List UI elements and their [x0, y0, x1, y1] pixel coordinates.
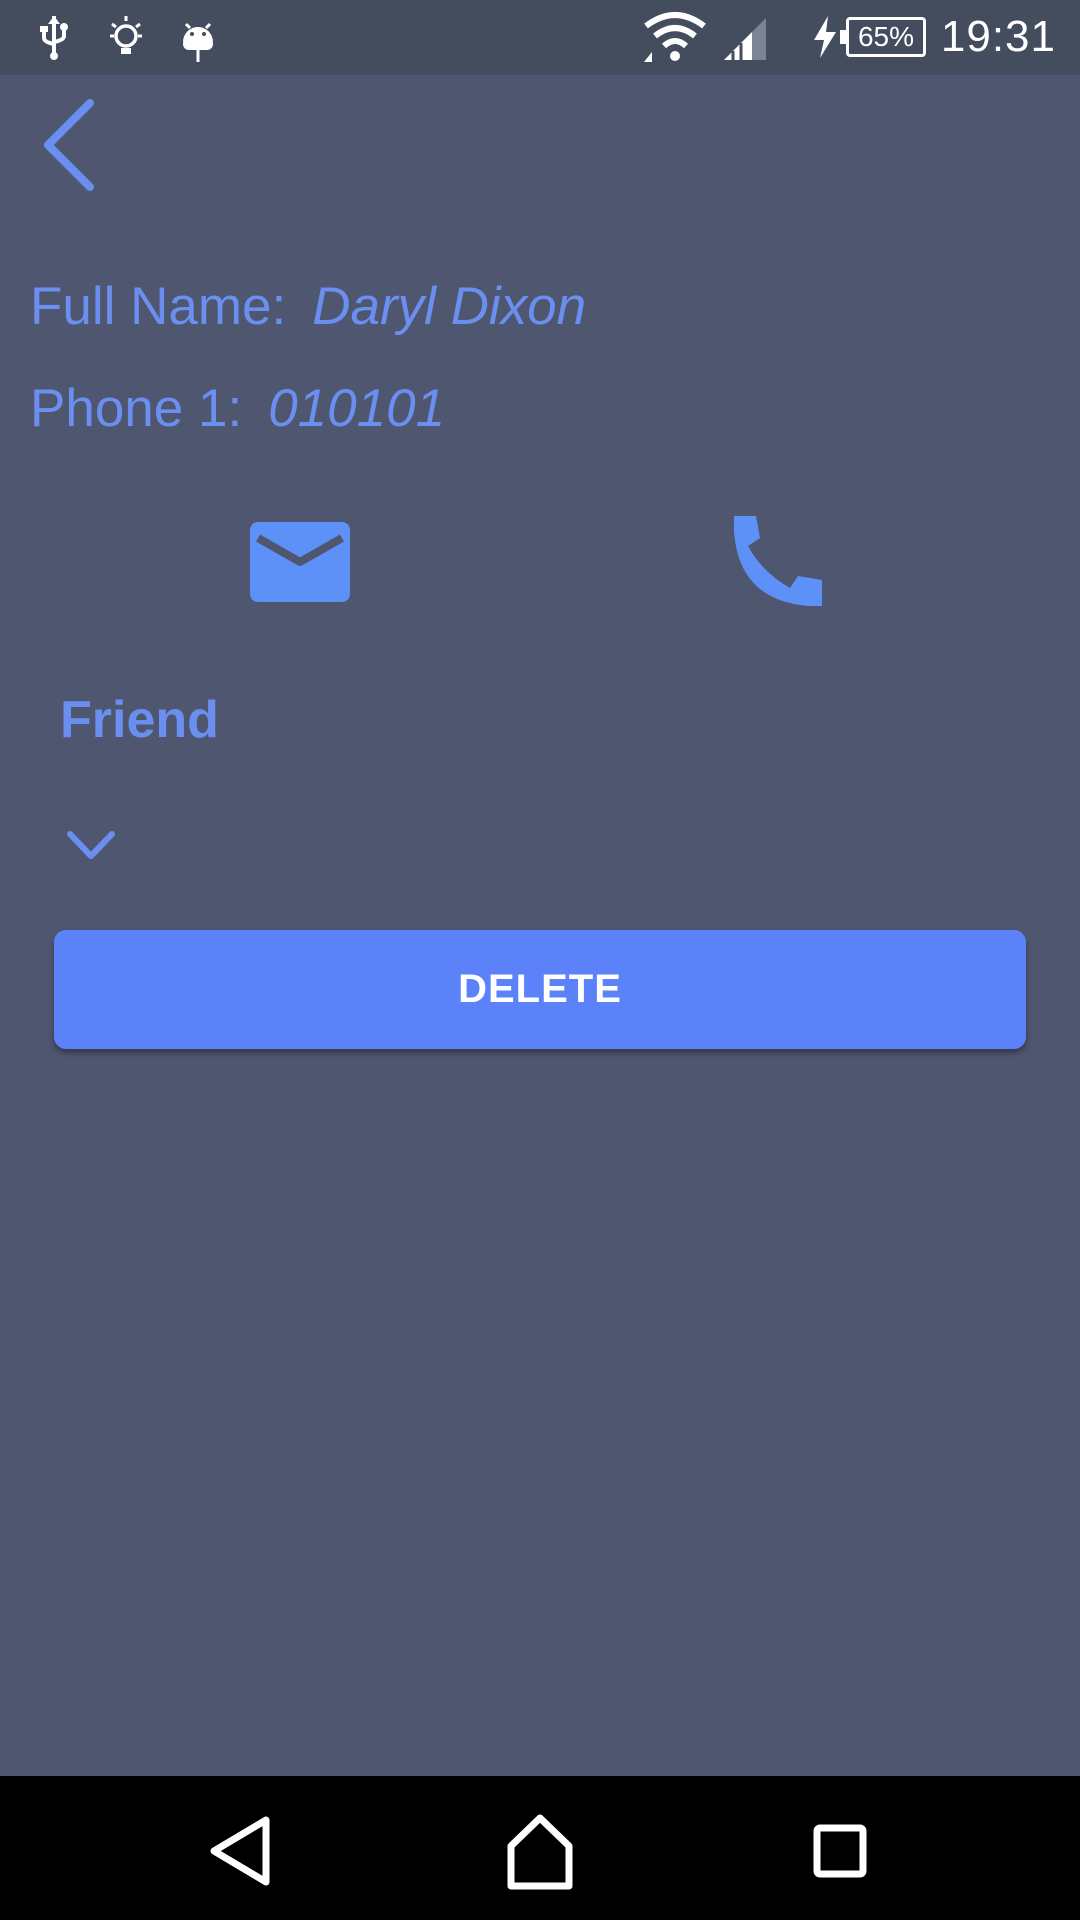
- status-bar: 65% 19:31: [0, 0, 1080, 75]
- nav-home-icon[interactable]: [495, 1806, 585, 1896]
- nav-recents-icon[interactable]: [795, 1806, 885, 1896]
- delete-button[interactable]: DELETE: [54, 930, 1026, 1049]
- charging-icon: [814, 16, 836, 58]
- phone-value: 010101: [268, 379, 446, 438]
- phone-label: Phone 1:: [30, 379, 243, 438]
- group-label: Friend: [60, 691, 219, 749]
- full-name-value: Daryl Dixon: [312, 277, 587, 336]
- status-time: 19:31: [940, 12, 1056, 61]
- full-name-label: Full Name:: [30, 277, 287, 336]
- phone-row: Phone 1: 010101: [30, 378, 445, 439]
- lightbulb-icon: [110, 16, 142, 54]
- nav-back-icon[interactable]: [196, 1806, 286, 1896]
- android-debug-icon: [183, 22, 213, 62]
- battery-indicator: 65%: [840, 17, 926, 57]
- wifi-icon: [644, 12, 706, 62]
- usb-icon: [40, 16, 68, 60]
- phone-icon[interactable]: [728, 510, 828, 610]
- cell-signal-icon: [724, 18, 766, 60]
- navigation-bar: [0, 1776, 1080, 1920]
- chevron-down-icon[interactable]: [66, 828, 116, 864]
- full-name-row: Full Name: Daryl Dixon: [30, 276, 586, 337]
- back-button[interactable]: [36, 95, 106, 195]
- mail-icon[interactable]: [248, 520, 352, 604]
